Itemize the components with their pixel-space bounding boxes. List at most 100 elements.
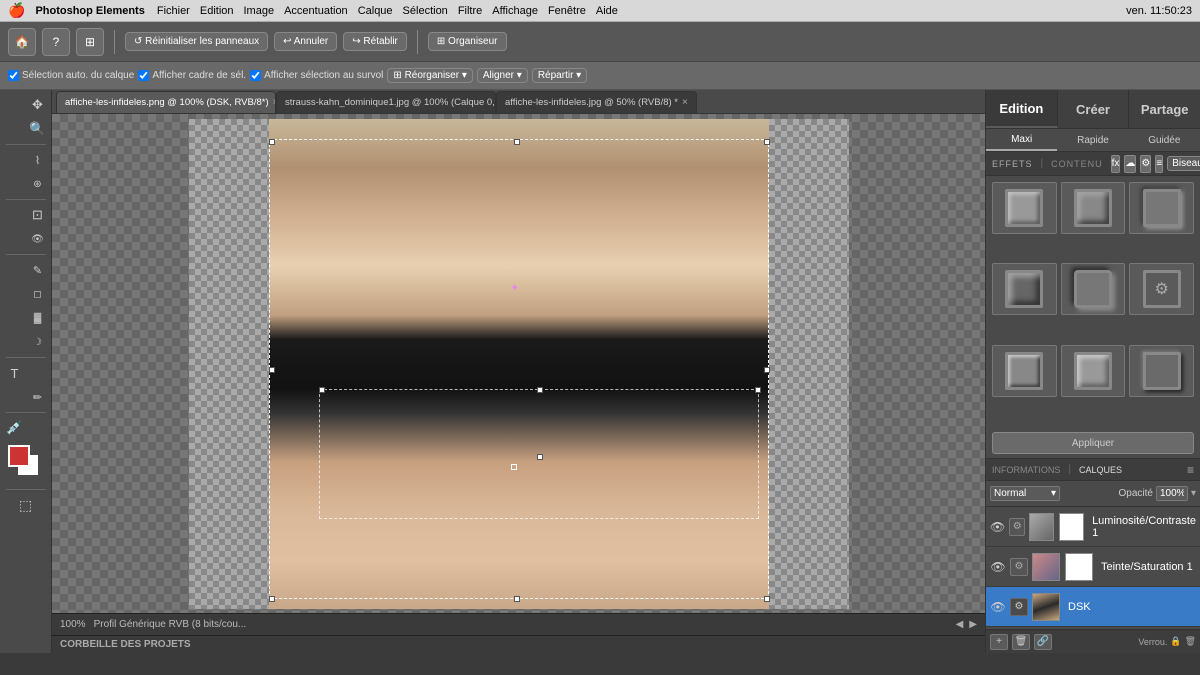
crop-tool[interactable]: ⛶	[0, 204, 25, 226]
foreground-color[interactable]	[8, 445, 30, 467]
scroll-left-btn[interactable]: ◀	[956, 619, 964, 630]
shape-tool[interactable]: ★	[0, 386, 25, 408]
layer-settings-0[interactable]: ⚙	[1009, 518, 1025, 536]
scroll-right-btn[interactable]: ▶	[969, 619, 977, 630]
paint-bucket-tool[interactable]: ⬛	[0, 307, 25, 329]
organiseur-button[interactable]: ⊞ Organiseur	[428, 32, 507, 51]
afficher-cadre-checkbox[interactable]	[138, 70, 149, 81]
afficher-selection-checkbox[interactable]	[250, 70, 261, 81]
opacity-input[interactable]	[1156, 486, 1188, 501]
layer-settings-1[interactable]: ⚙	[1010, 558, 1028, 576]
aligner-button[interactable]: Aligner ▾	[477, 68, 528, 83]
menu-image[interactable]: Image	[244, 5, 275, 17]
page-icon[interactable]: ≡	[1155, 155, 1163, 173]
spot-healing-tool[interactable]: ✚	[0, 259, 25, 281]
hand-tool[interactable]: ✋	[0, 118, 25, 140]
selection-auto-option[interactable]: Sélection auto. du calque	[8, 70, 134, 81]
calques-label: CALQUES	[1079, 465, 1122, 475]
opacity-chevron[interactable]: ▾	[1191, 488, 1196, 499]
selection-tool[interactable]: ⊹	[0, 94, 25, 116]
effect-item-1[interactable]	[1061, 182, 1126, 234]
menu-aide[interactable]: Aide	[596, 5, 618, 17]
clone-stamp-tool[interactable]: ✎	[27, 259, 53, 281]
layers-panel-menu[interactable]: ≡	[1187, 463, 1194, 477]
effect-item-8[interactable]	[1129, 345, 1194, 397]
effect-item-2[interactable]	[1129, 182, 1194, 234]
layer-row-0[interactable]: 👁 ⚙ Luminosité/Contraste 1	[986, 507, 1200, 547]
subtab-rapide[interactable]: Rapide	[1057, 129, 1128, 151]
layer-row-1[interactable]: 👁 ⚙ Teinte/Saturation 1	[986, 547, 1200, 587]
apply-button[interactable]: Appliquer	[992, 432, 1194, 454]
tab-2[interactable]: affiche-les-infideles.jpg @ 50% (RVB/8) …	[496, 91, 697, 113]
delete-layer-btn[interactable]: 🗑	[1012, 634, 1030, 650]
reinitialiser-button[interactable]: ↺ Réinitialiser les panneaux	[125, 32, 268, 51]
layer-eye-0[interactable]: 👁	[990, 519, 1005, 535]
menu-affichage[interactable]: Affichage	[492, 5, 538, 17]
selection-auto-checkbox[interactable]	[8, 70, 19, 81]
layer-settings-2[interactable]: ⚙	[1010, 598, 1028, 616]
zoom-tool[interactable]: 🔍	[27, 118, 53, 140]
fx-icon[interactable]: fx	[1111, 155, 1121, 173]
effect-item-6[interactable]	[992, 345, 1057, 397]
red-eye-tool[interactable]: 👁	[27, 228, 53, 250]
subtab-guidee[interactable]: Guidée	[1129, 129, 1200, 151]
layer-row-2[interactable]: 👁 ⚙ DSK	[986, 587, 1200, 627]
effects-dropdown[interactable]: Biseautages	[1167, 156, 1200, 171]
retablir-button[interactable]: ↪ Rétablir	[343, 32, 407, 51]
brush-tool[interactable]: 🖌	[0, 283, 25, 305]
type-tool[interactable]: T	[4, 362, 48, 384]
menu-accentuation[interactable]: Accentuation	[284, 5, 348, 17]
layer-eye-2[interactable]: 👁	[990, 599, 1006, 615]
subtab-maxi[interactable]: Maxi	[986, 129, 1057, 151]
pencil-tool[interactable]: ✏	[27, 386, 53, 408]
eraser-tool[interactable]: ◻	[27, 283, 53, 305]
effect-item-4[interactable]	[1061, 263, 1126, 315]
home-icon[interactable]: 🏠	[8, 28, 36, 56]
delete-icon[interactable]: 🗑	[1185, 636, 1196, 647]
link-layers-btn[interactable]: 🔗	[1034, 634, 1052, 650]
blend-mode-select[interactable]: Normal ▾	[990, 486, 1060, 501]
menu-fichier[interactable]: Fichier	[157, 5, 190, 17]
lock-icon[interactable]: 🔒	[1170, 636, 1181, 647]
recompose-tool[interactable]: ⊡	[27, 204, 53, 226]
grid-icon[interactable]: ⊞	[76, 28, 104, 56]
close-tab-2[interactable]: ×	[682, 97, 688, 108]
tab-edition[interactable]: Edition	[986, 90, 1058, 128]
repartir-button[interactable]: Répartir ▾	[532, 68, 587, 83]
tab-1[interactable]: strauss-kahn_dominique1.jpg @ 100% (Calq…	[276, 91, 496, 113]
marquee-tool[interactable]: ▭	[0, 149, 25, 171]
afficher-cadre-option[interactable]: Afficher cadre de sél.	[138, 70, 246, 81]
tab-0[interactable]: affiche-les-infideles.png @ 100% (DSK, R…	[56, 91, 276, 113]
canvas-scroll[interactable]: ✦	[52, 114, 985, 613]
dodge-tool[interactable]: ☽	[27, 331, 53, 353]
tab-partage[interactable]: Partage	[1129, 90, 1200, 128]
tab-creer[interactable]: Créer	[1058, 90, 1130, 128]
annuler-button[interactable]: ↩ Annuler	[274, 32, 337, 51]
quick-selection-tool[interactable]: ⊛	[27, 173, 53, 195]
move-tool[interactable]: ✥	[27, 94, 53, 116]
menu-filtre[interactable]: Filtre	[458, 5, 482, 17]
cloud-icon[interactable]: ☁	[1124, 155, 1136, 173]
effect-item-0[interactable]	[992, 182, 1057, 234]
effect-item-3[interactable]	[992, 263, 1057, 315]
effect-item-7[interactable]	[1061, 345, 1126, 397]
gear-effects-icon[interactable]: ⚙	[1140, 155, 1151, 173]
blur-tool[interactable]: ◎	[0, 331, 25, 353]
menu-fenetre[interactable]: Fenêtre	[548, 5, 586, 17]
apple-menu[interactable]: 🍎	[8, 2, 25, 19]
magic-wand-tool[interactable]: ✦	[0, 173, 25, 195]
menu-edition[interactable]: Edition	[200, 5, 234, 17]
gradient-tool[interactable]: ▓	[27, 307, 53, 329]
lasso-tool[interactable]: ⌇	[27, 149, 53, 171]
layer-eye-1[interactable]: 👁	[990, 559, 1006, 575]
afficher-selection-option[interactable]: Afficher sélection au survol	[250, 70, 383, 81]
reorganiser-button[interactable]: ⊞ Réorganiser ▾	[387, 68, 472, 83]
help-icon[interactable]: ?	[42, 28, 70, 56]
eye-dropper-tool[interactable]: 💉	[4, 417, 48, 439]
menu-calque[interactable]: Calque	[358, 5, 393, 17]
menu-selection[interactable]: Sélection	[403, 5, 448, 17]
effect-item-5[interactable]: ⚙	[1129, 263, 1194, 315]
straighten-tool[interactable]: ⌖	[0, 228, 25, 250]
quick-mask-btn[interactable]: ⬚	[4, 494, 48, 516]
new-layer-btn[interactable]: +	[990, 634, 1008, 650]
